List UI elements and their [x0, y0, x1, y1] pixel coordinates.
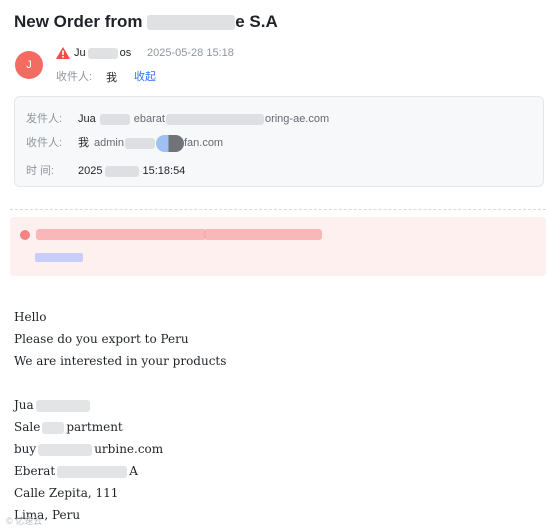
collapse-details-link[interactable]: 收起: [134, 68, 156, 84]
body-line: We are interested in your products: [14, 354, 227, 368]
email-date: 2025-05-28 15:18: [147, 47, 234, 59]
redacted-blur: [147, 15, 236, 31]
redacted-blur: [57, 465, 128, 478]
banner-alert-icon: [20, 230, 30, 240]
from-email-end[interactable]: oring-ae.com: [265, 113, 329, 125]
to-email-start[interactable]: admin: [94, 137, 124, 149]
recipient-label: 收件人:: [56, 71, 93, 83]
signature-title: Sale partment: [14, 416, 226, 438]
redacted-blur: [99, 113, 130, 125]
to-email-end[interactable]: fan.com: [184, 137, 223, 149]
from-name[interactable]: Jua: [78, 113, 96, 125]
watermark: © 亿速云: [6, 516, 43, 526]
redacted-blob: [155, 134, 184, 152]
signature-name: Jua: [14, 394, 226, 416]
banner-redacted-text: [204, 229, 322, 240]
signature-title-start: Sale: [14, 420, 41, 434]
signature-email[interactable]: buy urbine.com: [14, 438, 226, 460]
banner-redacted-text: [36, 229, 206, 240]
body-line: Please do you export to Peru: [14, 332, 189, 346]
sender-name-start: Ju: [74, 47, 86, 59]
time-start: 2025: [78, 165, 103, 177]
subject-tail: e S.A: [235, 12, 278, 31]
signature-email-start: buy: [14, 442, 37, 456]
details-from-row: 发件人: Jua ebarat oring-ae.com: [26, 110, 329, 126]
avatar[interactable]: J: [15, 51, 43, 79]
banner-redacted-link[interactable]: [35, 253, 83, 262]
warning-icon: [56, 47, 70, 59]
section-divider: [10, 209, 546, 210]
body-line: Hello: [14, 310, 47, 324]
email-subject: New Order from e S.A: [14, 12, 278, 32]
email-body: Hello Please do you export to Peru We ar…: [14, 306, 226, 526]
details-time-row: 时 间: 2025 15:18:54: [26, 162, 185, 178]
redacted-blur: [165, 113, 264, 125]
signature-email-end: urbine.com: [94, 442, 164, 456]
signature-city: Lima, Peru: [14, 508, 81, 522]
to-name[interactable]: 我: [78, 137, 89, 149]
signature-company: Eberat A: [14, 460, 226, 482]
redacted-blur: [38, 443, 93, 456]
redacted-blur: [35, 399, 90, 412]
signature-street: Calle Zepita, 111: [14, 486, 119, 500]
sender-name[interactable]: Ju os: [74, 47, 131, 59]
warning-banner: [10, 217, 546, 276]
time-end: 15:18:54: [142, 165, 186, 177]
to-label: 收件人:: [26, 137, 63, 149]
signature-name-text: Jua: [14, 398, 34, 412]
details-to-row: 收件人: 我 admin fan.com: [26, 134, 223, 152]
recipient-me[interactable]: 我: [106, 69, 117, 85]
time-label: 时 间:: [26, 165, 55, 177]
body-blank-line: [14, 372, 226, 394]
signature-company-start: Eberat: [14, 464, 56, 478]
signature-company-end: A: [129, 464, 138, 478]
redacted-blur: [87, 47, 118, 59]
redacted-blur: [124, 137, 155, 149]
sender-name-end: os: [119, 47, 132, 59]
redacted-blur: [105, 165, 140, 177]
redacted-blur: [42, 421, 65, 434]
signature-title-end: partment: [66, 420, 123, 434]
email-details-panel: 发件人: Jua ebarat oring-ae.com 收件人: 我 admin fan.…: [14, 96, 544, 187]
from-email-start[interactable]: ebarat: [134, 113, 165, 125]
from-label: 发件人:: [26, 113, 63, 125]
subject-prefix: New Order from: [14, 12, 143, 31]
